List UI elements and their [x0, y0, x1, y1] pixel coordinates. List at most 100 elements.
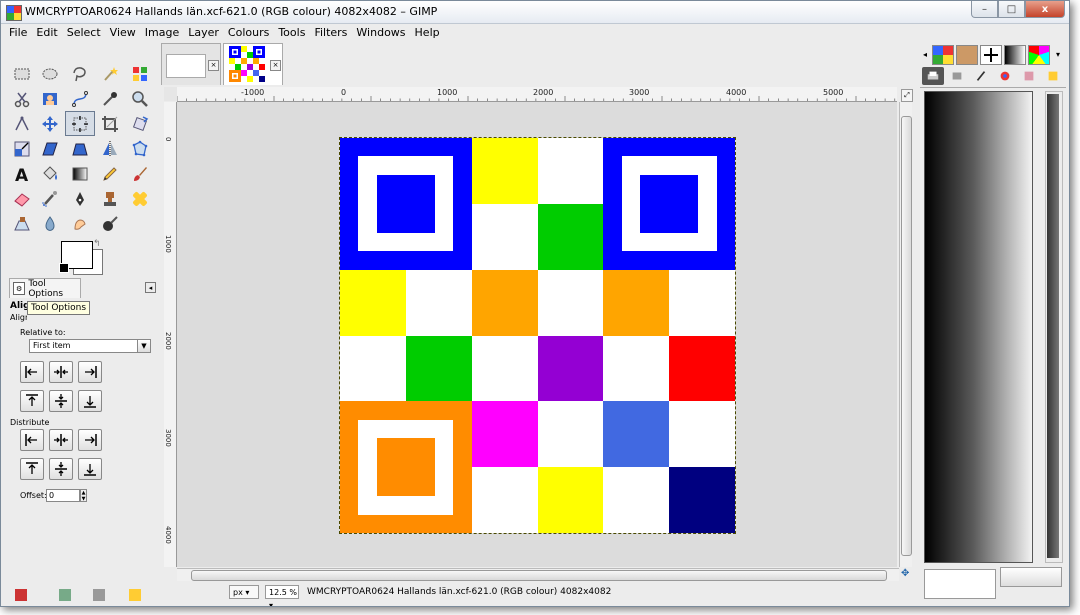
color-picker-icon[interactable] — [97, 88, 123, 110]
cage-icon[interactable] — [127, 138, 153, 160]
paths-icon[interactable] — [67, 88, 93, 110]
menu-view[interactable]: View — [110, 26, 136, 39]
measure-icon[interactable] — [9, 113, 35, 135]
pencil-icon[interactable] — [97, 163, 123, 185]
restore-options-icon[interactable] — [59, 589, 71, 601]
menu-file[interactable]: File — [9, 26, 27, 39]
align-top-button[interactable] — [20, 390, 44, 412]
gradient-preview[interactable] — [924, 91, 1033, 563]
align-icon[interactable] — [65, 111, 95, 136]
offset-spin-icon[interactable]: ▲ ▼ — [80, 489, 87, 502]
scissors-icon[interactable] — [9, 88, 35, 110]
menu-filters[interactable]: Filters — [314, 26, 347, 39]
crop-icon[interactable] — [97, 113, 123, 135]
history-tab-icon[interactable] — [1018, 67, 1040, 85]
ellipse-select-icon[interactable] — [37, 63, 63, 85]
perspective-icon[interactable] — [67, 138, 93, 160]
unit-select[interactable]: px ▾ — [229, 585, 259, 599]
patterns-tab-icon[interactable] — [932, 45, 954, 65]
channels-tab-icon[interactable] — [946, 67, 968, 85]
horizontal-scrollbar[interactable] — [177, 568, 899, 581]
perspective-clone-icon[interactable] — [9, 213, 35, 235]
maximize-button[interactable]: □ — [998, 1, 1025, 18]
colors-tab-icon[interactable] — [994, 67, 1016, 85]
dock-scroll-thumb[interactable] — [1047, 94, 1059, 558]
dock-scrollbar[interactable] — [1045, 91, 1063, 563]
close-icon[interactable]: × — [208, 60, 219, 71]
fuzzy-select-icon[interactable] — [97, 63, 123, 85]
delete-options-icon[interactable] — [93, 589, 105, 601]
lasso-select-icon[interactable] — [67, 63, 93, 85]
paths-tab-icon[interactable] — [980, 45, 1002, 65]
zoom-icon[interactable] — [127, 88, 153, 110]
smudge-icon[interactable] — [67, 213, 93, 235]
distribute-center-button[interactable] — [49, 429, 73, 451]
zoom-select[interactable]: 12.5 % ▾ — [265, 585, 299, 606]
reset-options-icon[interactable] — [129, 589, 141, 601]
horizontal-scroll-thumb[interactable] — [191, 570, 887, 581]
menu-help[interactable]: Help — [415, 26, 440, 39]
heal-icon[interactable] — [127, 188, 153, 210]
qr-image-tab[interactable]: × — [223, 43, 283, 85]
menu-windows[interactable]: Windows — [356, 26, 405, 39]
menu-tools[interactable]: Tools — [278, 26, 305, 39]
default-colors-icon[interactable] — [59, 263, 69, 273]
distribute-right-button[interactable] — [78, 429, 102, 451]
ruler-corner[interactable] — [164, 87, 177, 101]
distribute-left-button[interactable] — [20, 429, 44, 451]
move-icon[interactable] — [37, 113, 63, 135]
blank-image-tab[interactable]: × — [161, 43, 221, 85]
gradients-tab-icon[interactable] — [1004, 45, 1026, 65]
brushes-tab-icon[interactable] — [956, 45, 978, 65]
tool-options-tab[interactable]: ⚙ Tool Options — [9, 278, 81, 299]
align-bottom-button[interactable] — [78, 390, 102, 412]
save-options-icon[interactable] — [15, 589, 27, 601]
airbrush-icon[interactable] — [37, 188, 63, 210]
vertical-scrollbar[interactable] — [899, 102, 912, 567]
menu-edit[interactable]: Edit — [36, 26, 57, 39]
image-content[interactable] — [339, 137, 736, 534]
rotate-icon[interactable] — [127, 113, 153, 135]
bucket-fill-icon[interactable] — [37, 163, 63, 185]
title-bar[interactable]: WMCRYPTOAR0624 Hallands län.xcf-621.0 (R… — [1, 1, 1069, 24]
paintbrush-icon[interactable] — [127, 163, 153, 185]
align-center-button[interactable] — [49, 361, 73, 383]
brush-tab-icon[interactable] — [970, 67, 992, 85]
close-button[interactable]: x — [1025, 1, 1065, 18]
menu-image[interactable]: Image — [145, 26, 179, 39]
tab-menu-icon[interactable]: ◂ — [145, 282, 156, 293]
align-left-button[interactable] — [20, 361, 44, 383]
menu-colours[interactable]: Colours — [228, 26, 269, 39]
offset-input[interactable]: 0 — [46, 489, 80, 502]
images-tab-icon[interactable] — [1042, 67, 1064, 85]
foreground-select-icon[interactable] — [37, 88, 63, 110]
close-icon[interactable]: × — [270, 60, 281, 71]
vertical-scroll-thumb[interactable] — [901, 116, 912, 556]
ink-icon[interactable] — [67, 188, 93, 210]
blend-icon[interactable] — [67, 163, 93, 185]
clone-icon[interactable] — [97, 188, 123, 210]
distribute-top-button[interactable] — [20, 458, 44, 480]
layers-tab-icon[interactable] — [922, 67, 944, 85]
scale-icon[interactable] — [9, 138, 35, 160]
align-right-button[interactable] — [78, 361, 102, 383]
select-by-color-icon[interactable] — [127, 63, 153, 85]
horizontal-ruler[interactable]: -1000 0 1000 2000 3000 4000 5000 — [177, 87, 897, 102]
flip-icon[interactable] — [97, 138, 123, 160]
eraser-icon[interactable] — [9, 188, 35, 210]
relative-to-select[interactable]: First item ▼ — [29, 339, 151, 353]
align-middle-button[interactable] — [49, 390, 73, 412]
fg-bg-colors[interactable]: ↰ — [57, 239, 103, 277]
text-icon[interactable]: A — [9, 163, 35, 185]
navigate-icon[interactable]: ✥ — [901, 568, 911, 580]
dock-collapse-icon[interactable]: ▾ — [1052, 45, 1064, 63]
distribute-middle-button[interactable] — [49, 458, 73, 480]
blur-icon[interactable] — [37, 213, 63, 235]
swap-colors-icon[interactable]: ↰ — [93, 239, 101, 249]
image-canvas[interactable] — [177, 102, 897, 567]
minimize-button[interactable]: – — [971, 1, 998, 18]
shear-icon[interactable] — [37, 138, 63, 160]
rect-select-icon[interactable] — [9, 63, 35, 85]
menu-select[interactable]: Select — [67, 26, 101, 39]
palettes-tab-icon[interactable] — [1028, 45, 1050, 65]
